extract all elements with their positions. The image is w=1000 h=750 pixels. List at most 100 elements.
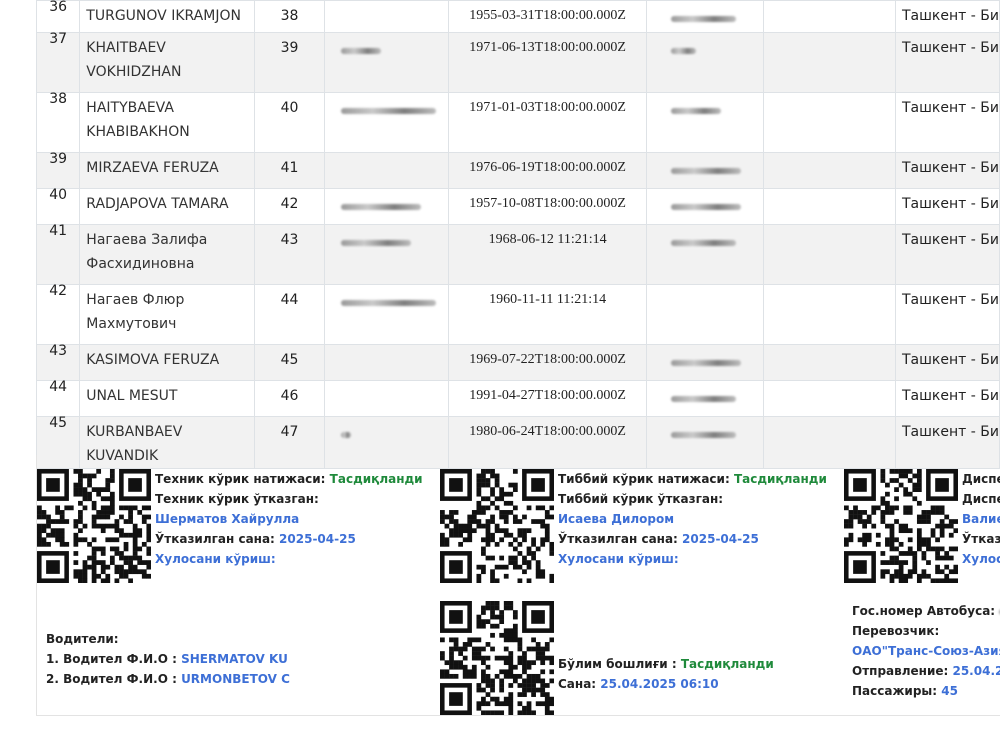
- row-number: 41: [49, 223, 68, 239]
- tech-date-label: Ўтказилган сана:: [155, 532, 275, 546]
- passenger-name: UNAL MESUT: [86, 388, 178, 404]
- route-cell: Ташкент - Би: [894, 92, 1000, 153]
- passenger-name: HAITYBAEVA: [86, 100, 174, 116]
- route-cell: Ташкент - Би: [894, 152, 1000, 189]
- medical-inspector-link[interactable]: Исаева Дилором: [558, 509, 827, 529]
- table-row: 37 KHAITBAEV VOKHIDZHAN 39 1971-06-13T18:00:…: [35, 31, 1000, 93]
- tech-inspector-link[interactable]: Шерматов Хайрулла: [155, 509, 423, 529]
- passenger-name-cell: KHAITBAEV VOKHIDZHAN: [79, 32, 255, 93]
- medical-by-label: Тиббий кўрик ўтказган:: [558, 492, 724, 506]
- redacted-document: [341, 240, 412, 246]
- qr-code-medical[interactable]: [440, 469, 554, 583]
- route: Ташкент - Би: [901, 8, 999, 24]
- dispatcher-view-conclusion-link[interactable]: Хулос: [962, 549, 1000, 569]
- driver2-value: URMONBETOV C: [181, 672, 290, 686]
- document-cell-redacted: [324, 224, 449, 285]
- passenger-name: RADJAPOVA TAMARA: [86, 196, 229, 212]
- seat-number-cell: 41: [253, 152, 326, 189]
- empty-cell: [762, 152, 896, 189]
- medical-date-value: 2025-04-25: [682, 532, 759, 546]
- tech-date-value: 2025-04-25: [279, 532, 356, 546]
- tech-view-conclusion-link[interactable]: Хулосани кўриш:: [155, 549, 423, 569]
- redacted-phone: [671, 432, 737, 438]
- route: Ташкент - Би: [901, 424, 999, 440]
- approval-footer: Техник кўрик натижаси: Тасдиқланди Техни…: [36, 455, 1000, 716]
- birth-date: 1976-06-19T18:00:00.000Z: [469, 160, 626, 175]
- seat-number-cell: 45: [253, 344, 326, 381]
- redacted-document: [341, 108, 437, 114]
- seat-number-cell: 39: [253, 32, 326, 93]
- seat-number: 45: [280, 352, 299, 368]
- passenger-name: Махмутович: [86, 316, 177, 332]
- row-number-cell: 42: [35, 283, 81, 345]
- passenger-name-cell: Нагаев Флюр Махмутович: [79, 284, 255, 345]
- passengers-label: Пассажиры:: [852, 684, 938, 698]
- route: Ташкент - Би: [901, 292, 999, 308]
- birth-date-cell: 1955-03-31T18:00:00.000Z: [447, 0, 648, 33]
- empty-cell: [762, 32, 896, 93]
- qr-code-dispatcher[interactable]: [844, 469, 958, 583]
- route: Ташкент - Би: [901, 100, 999, 116]
- seat-number: 46: [280, 388, 299, 404]
- redacted-document: [341, 48, 382, 54]
- birth-date: 1971-06-13T18:00:00.000Z: [469, 40, 626, 55]
- driver1-label: 1. Водител Ф.И.О :: [46, 652, 177, 666]
- phone-cell-redacted: [646, 344, 764, 381]
- passenger-name-cell: TURGUNOV IKRAMJON: [79, 0, 255, 33]
- route-cell: Ташкент - Би: [894, 284, 1000, 345]
- birth-date: 1969-07-22T18:00:00.000Z: [469, 352, 626, 367]
- passenger-table: 36 TURGUNOV IKRAMJON 38 1955-03-31T18:00:00…: [35, 0, 1000, 469]
- tech-by-label: Техник кўрик ўтказган:: [155, 492, 319, 506]
- route: Ташкент - Би: [901, 352, 999, 368]
- document-cell-redacted: [324, 344, 449, 381]
- table-row: 43 KASIMOVA FERUZA 45 1969-07-22T18:00:00.0…: [35, 343, 1000, 381]
- table-body: 36 TURGUNOV IKRAMJON 38 1955-03-31T18:00:00…: [35, 0, 1000, 469]
- phone-cell-redacted: [646, 224, 764, 285]
- table-row: 41 Нагаева Залифа Фасхидиновна 43 1968-06-12…: [35, 223, 1000, 285]
- empty-cell: [762, 188, 896, 225]
- bus-plate-label: Гос.номер Автобуса:: [852, 604, 996, 618]
- phone-cell-redacted: [646, 92, 764, 153]
- route-cell: Ташкент - Би: [894, 0, 1000, 33]
- redacted-phone: [671, 360, 742, 366]
- head-date-label: Сана:: [558, 677, 597, 691]
- birth-date-cell: 1968-06-12 11:21:14: [447, 224, 648, 285]
- empty-cell: [762, 92, 896, 153]
- medical-view-conclusion-link[interactable]: Хулосани кўриш:: [558, 549, 827, 569]
- qr-code-head[interactable]: [440, 601, 554, 715]
- row-number-cell: 41: [35, 223, 81, 285]
- birth-date-cell: 1991-04-27T18:00:00.000Z: [447, 380, 648, 417]
- passenger-name: Фасхидиновна: [86, 256, 195, 272]
- empty-cell: [762, 344, 896, 381]
- row-number: 44: [49, 379, 68, 395]
- medical-inspection: Тиббий кўрик натижаси: Тасдиқланди Тибби…: [558, 469, 827, 569]
- technical-inspection: Техник кўрик натижаси: Тасдиқланди Техни…: [155, 469, 423, 569]
- row-number-cell: 37: [35, 31, 81, 93]
- table-row: 42 Нагаев Флюр Махмутович 44 1960-11-11 11:2…: [35, 283, 1000, 345]
- row-number: 42: [49, 283, 68, 299]
- birth-date: 1957-10-08T18:00:00.000Z: [469, 196, 626, 211]
- medical-result-label: Тиббий кўрик натижаси:: [558, 472, 730, 486]
- passenger-name-cell: MIRZAEVA FERUZA: [79, 152, 255, 189]
- birth-date: 1971-01-03T18:00:00.000Z: [469, 100, 626, 115]
- seat-number: 40: [280, 100, 299, 116]
- row-number: 38: [49, 91, 68, 107]
- passenger-name-cell: HAITYBAEVA KHABIBAKHON: [79, 92, 255, 153]
- dispatcher-name-link[interactable]: Валие: [962, 509, 1000, 529]
- document-cell-redacted: [324, 188, 449, 225]
- qr-code-technical[interactable]: [37, 469, 151, 583]
- phone-cell-redacted: [646, 32, 764, 93]
- driver2-label: 2. Водител Ф.И.О :: [46, 672, 177, 686]
- drivers-block: Водители: 1. Водител Ф.И.О : SHERMATOV K…: [46, 629, 290, 689]
- row-number: 40: [49, 187, 68, 203]
- document-cell-redacted: [324, 32, 449, 93]
- phone-cell-redacted: [646, 284, 764, 345]
- redacted-document: [341, 300, 437, 306]
- empty-cell: [762, 380, 896, 417]
- route: Ташкент - Би: [901, 388, 999, 404]
- redacted-phone: [671, 396, 737, 402]
- table-row: 39 MIRZAEVA FERUZA 41 1976-06-19T18:00:00.0…: [35, 151, 1000, 189]
- birth-date: 1980-06-24T18:00:00.000Z: [469, 424, 626, 439]
- passenger-name: KASIMOVA FERUZA: [86, 352, 220, 368]
- redacted-document: [341, 204, 422, 210]
